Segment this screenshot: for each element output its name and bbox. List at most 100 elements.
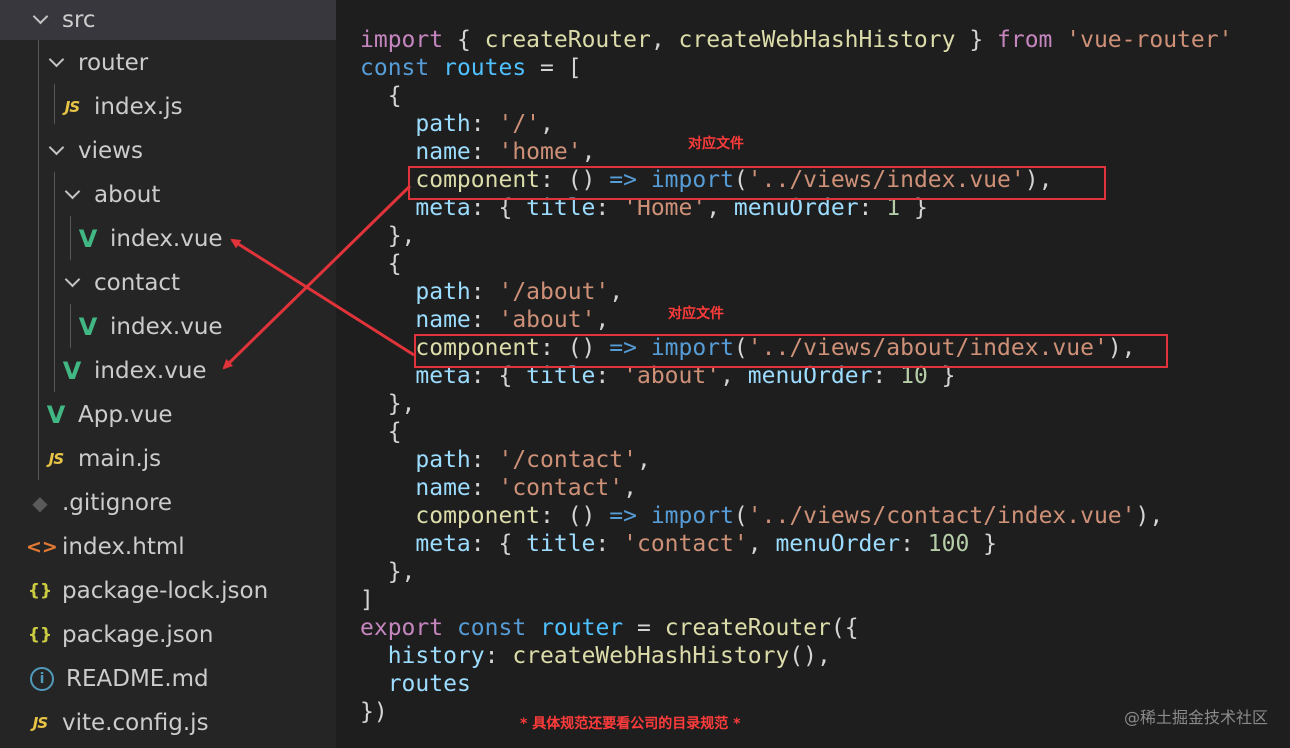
code-line[interactable]: { (360, 250, 1232, 278)
code-line[interactable]: }, (360, 390, 1232, 418)
code-token: title (526, 531, 596, 557)
code-token: 'contact' (623, 531, 748, 557)
code-line[interactable]: history: createWebHashHistory(), (360, 642, 1232, 670)
code-line[interactable]: }, (360, 222, 1232, 250)
code-line[interactable]: ] (360, 586, 1232, 614)
tree-file-vite-config-js[interactable]: JS vite.config.js (26, 705, 209, 741)
tree-file-contact-index-vue[interactable]: V index.vue (74, 309, 223, 345)
chevron-down-icon[interactable] (46, 52, 68, 74)
tree-label: .gitignore (62, 490, 173, 516)
tree-file-readme-md[interactable]: i README.md (26, 661, 209, 697)
chevron-down-icon[interactable] (46, 140, 68, 162)
code-line[interactable]: name: 'contact', (360, 474, 1232, 502)
tree-file-main-js[interactable]: JS main.js (42, 441, 161, 477)
highlight-box-about-component (414, 334, 1168, 368)
code-line[interactable]: path: '/about', (360, 278, 1232, 306)
annotation-home-file: 对应文件 (688, 136, 744, 152)
code-line[interactable]: component: () => import('../views/contac… (360, 502, 1232, 530)
tree-file-views-index-vue[interactable]: V index.vue (58, 353, 207, 389)
code-token: ( (733, 503, 748, 529)
tree-label: src (62, 7, 96, 33)
tree-file-app-vue[interactable]: V App.vue (42, 397, 173, 433)
code-line[interactable]: { (360, 418, 1232, 446)
code-token: path (415, 111, 471, 137)
code-token: : (900, 531, 928, 557)
code-token: 'vue-router' (1066, 27, 1233, 53)
code-token: , (595, 307, 610, 333)
code-token: '/about' (498, 279, 610, 305)
tree-label: index.html (62, 534, 185, 560)
tree-folder-views[interactable]: views (46, 133, 143, 169)
footer-note: * 具体规范还要看公司的目录规范 * (520, 716, 741, 732)
code-token: path (415, 447, 471, 473)
watermark: @稀土掘金技术社区 (1123, 708, 1268, 727)
code-line[interactable]: name: 'home', (360, 138, 1232, 166)
code-token: meta (415, 531, 471, 557)
code-line[interactable]: { (360, 82, 1232, 110)
code-token: { (360, 83, 402, 109)
code-line[interactable]: meta: { title: 'contact', menuOrder: 100… (360, 530, 1232, 558)
tree-file-about-index-vue[interactable]: V index.vue (74, 221, 223, 257)
code-token: from (997, 27, 1053, 53)
chevron-down-icon[interactable] (30, 9, 52, 31)
code-token: 100 (927, 531, 970, 557)
file-explorer: src router JS index.js views about V ind… (0, 0, 336, 748)
code-token: const (360, 55, 430, 81)
code-token: routes (443, 55, 527, 81)
code-line[interactable]: routes (360, 670, 1232, 698)
code-token: 'about' (498, 307, 596, 333)
code-token: createWebHashHistory (678, 27, 956, 53)
code-token: : () (540, 503, 610, 529)
tree-folder-contact[interactable]: contact (62, 265, 180, 301)
code-line[interactable]: path: '/', (360, 110, 1232, 138)
tree-file-router-index-js[interactable]: JS index.js (58, 89, 183, 125)
json-file-icon: {} (27, 625, 53, 645)
html-file-icon: <> (26, 536, 58, 558)
code-token: 'contact' (498, 475, 624, 501)
tree-folder-router[interactable]: router (46, 45, 148, 81)
tree-folder-about[interactable]: about (62, 177, 160, 213)
code-line[interactable]: import { createRouter, createWebHashHist… (360, 26, 1232, 54)
code-editor[interactable]: import { createRouter, createWebHashHist… (336, 0, 1290, 748)
chevron-down-icon[interactable] (62, 272, 84, 294)
indent-guide (38, 40, 39, 480)
code-token: 'home' (498, 139, 582, 165)
tree-label: README.md (66, 666, 209, 692)
indent-guide (54, 172, 55, 392)
code-line[interactable]: }) (360, 698, 1232, 726)
tree-folder-src[interactable]: src (30, 2, 96, 38)
code-token: }) (360, 699, 388, 725)
tree-file-package-lock-json[interactable]: {} package-lock.json (26, 573, 268, 609)
code-line[interactable]: name: 'about', (360, 306, 1232, 334)
tree-label: App.vue (78, 402, 173, 428)
code-line[interactable]: path: '/contact', (360, 446, 1232, 474)
code-token: name (415, 475, 471, 501)
code-token: export (360, 615, 444, 641)
code-token: createRouter (664, 615, 831, 641)
code-token: createWebHashHistory (512, 643, 790, 669)
code-line[interactable]: const routes = [ (360, 54, 1232, 82)
tree-file-index-html[interactable]: <> index.html (26, 529, 185, 565)
tree-file-package-json[interactable]: {} package.json (26, 617, 214, 653)
code-block[interactable]: import { createRouter, createWebHashHist… (360, 26, 1232, 726)
code-token: , (747, 531, 776, 557)
code-line[interactable]: export const router = createRouter({ (360, 614, 1232, 642)
code-token: ] (360, 587, 374, 613)
code-token: routes (387, 671, 471, 697)
code-token: }, (360, 559, 416, 585)
tree-file-gitignore[interactable]: ◆ .gitignore (26, 485, 172, 521)
code-line[interactable]: }, (360, 558, 1232, 586)
git-file-icon: ◆ (32, 491, 48, 515)
code-token: '../views/contact/index.vue' (747, 503, 1136, 529)
code-token: name (415, 139, 471, 165)
chevron-down-icon[interactable] (62, 184, 84, 206)
